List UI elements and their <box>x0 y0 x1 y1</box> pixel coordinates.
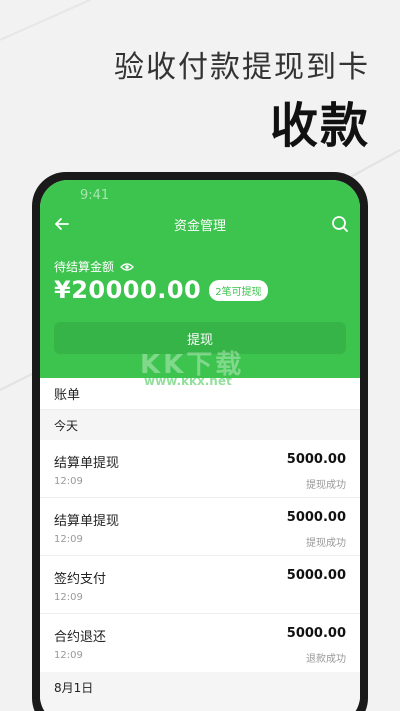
transaction-row[interactable]: 结算单提现 5000.00 12:09 提现成功 <box>40 498 360 556</box>
phone-frame: 9:41 资金管理 待结算金额 ¥20000.00 2笔可提现 提现 KK下载 … <box>32 172 368 711</box>
back-arrow-icon[interactable] <box>52 214 72 234</box>
date-header-aug1: 8月1日 <box>40 672 360 702</box>
transaction-list: 结算单提现 5000.00 12:09 提现成功 结算单提现 5000.00 1… <box>40 440 360 672</box>
transaction-status: 提现成功 <box>306 538 346 549</box>
transaction-time: 12:09 <box>54 650 83 661</box>
transaction-amount: 5000.00 <box>286 510 346 525</box>
phone-screen: 9:41 资金管理 待结算金额 ¥20000.00 2笔可提现 提现 KK下载 … <box>40 180 360 711</box>
transaction-row[interactable]: 合约退还 5000.00 12:09 退款成功 <box>40 614 360 672</box>
headline-subtitle: 验收付款提现到卡 <box>114 50 370 85</box>
status-bar-time: 9:41 <box>80 188 110 203</box>
transaction-name: 签约支付 <box>54 572 107 587</box>
transaction-amount: 5000.00 <box>286 626 346 641</box>
balance-label: 待结算金额 <box>54 260 115 274</box>
withdrawable-badge: 2笔可提现 <box>209 279 268 301</box>
eye-icon[interactable] <box>120 262 134 272</box>
transaction-name: 结算单提现 <box>54 456 120 471</box>
watermark-url: www.kkx.net <box>144 374 232 388</box>
transaction-name: 结算单提现 <box>54 514 120 529</box>
nav-bar: 资金管理 <box>40 208 360 240</box>
transaction-time: 12:09 <box>54 534 83 545</box>
balance-label-row: 待结算金额 <box>54 258 134 275</box>
transaction-status: 退款成功 <box>306 654 346 665</box>
date-header-today: 今天 <box>40 410 360 440</box>
transaction-name: 合约退还 <box>54 630 107 645</box>
transaction-row[interactable]: 签约支付 5000.00 12:09 <box>40 556 360 614</box>
transaction-row[interactable]: 结算单提现 5000.00 12:09 提现成功 <box>40 440 360 498</box>
promo-headline: 验收付款提现到卡 收款 <box>114 48 370 158</box>
transaction-time: 12:09 <box>54 476 83 487</box>
search-icon[interactable] <box>330 214 350 234</box>
balance-amount-row: ¥20000.00 2笔可提现 <box>54 276 268 304</box>
balance-header: 9:41 资金管理 待结算金额 ¥20000.00 2笔可提现 提现 KK下载 … <box>40 180 360 388</box>
headline-title: 收款 <box>269 98 370 154</box>
transaction-time: 12:09 <box>54 592 83 603</box>
transaction-status: 提现成功 <box>306 480 346 491</box>
balance-amount: ¥20000.00 <box>54 276 202 304</box>
transaction-amount: 5000.00 <box>286 452 346 467</box>
transaction-amount: 5000.00 <box>286 568 346 583</box>
page-title: 资金管理 <box>173 218 226 234</box>
